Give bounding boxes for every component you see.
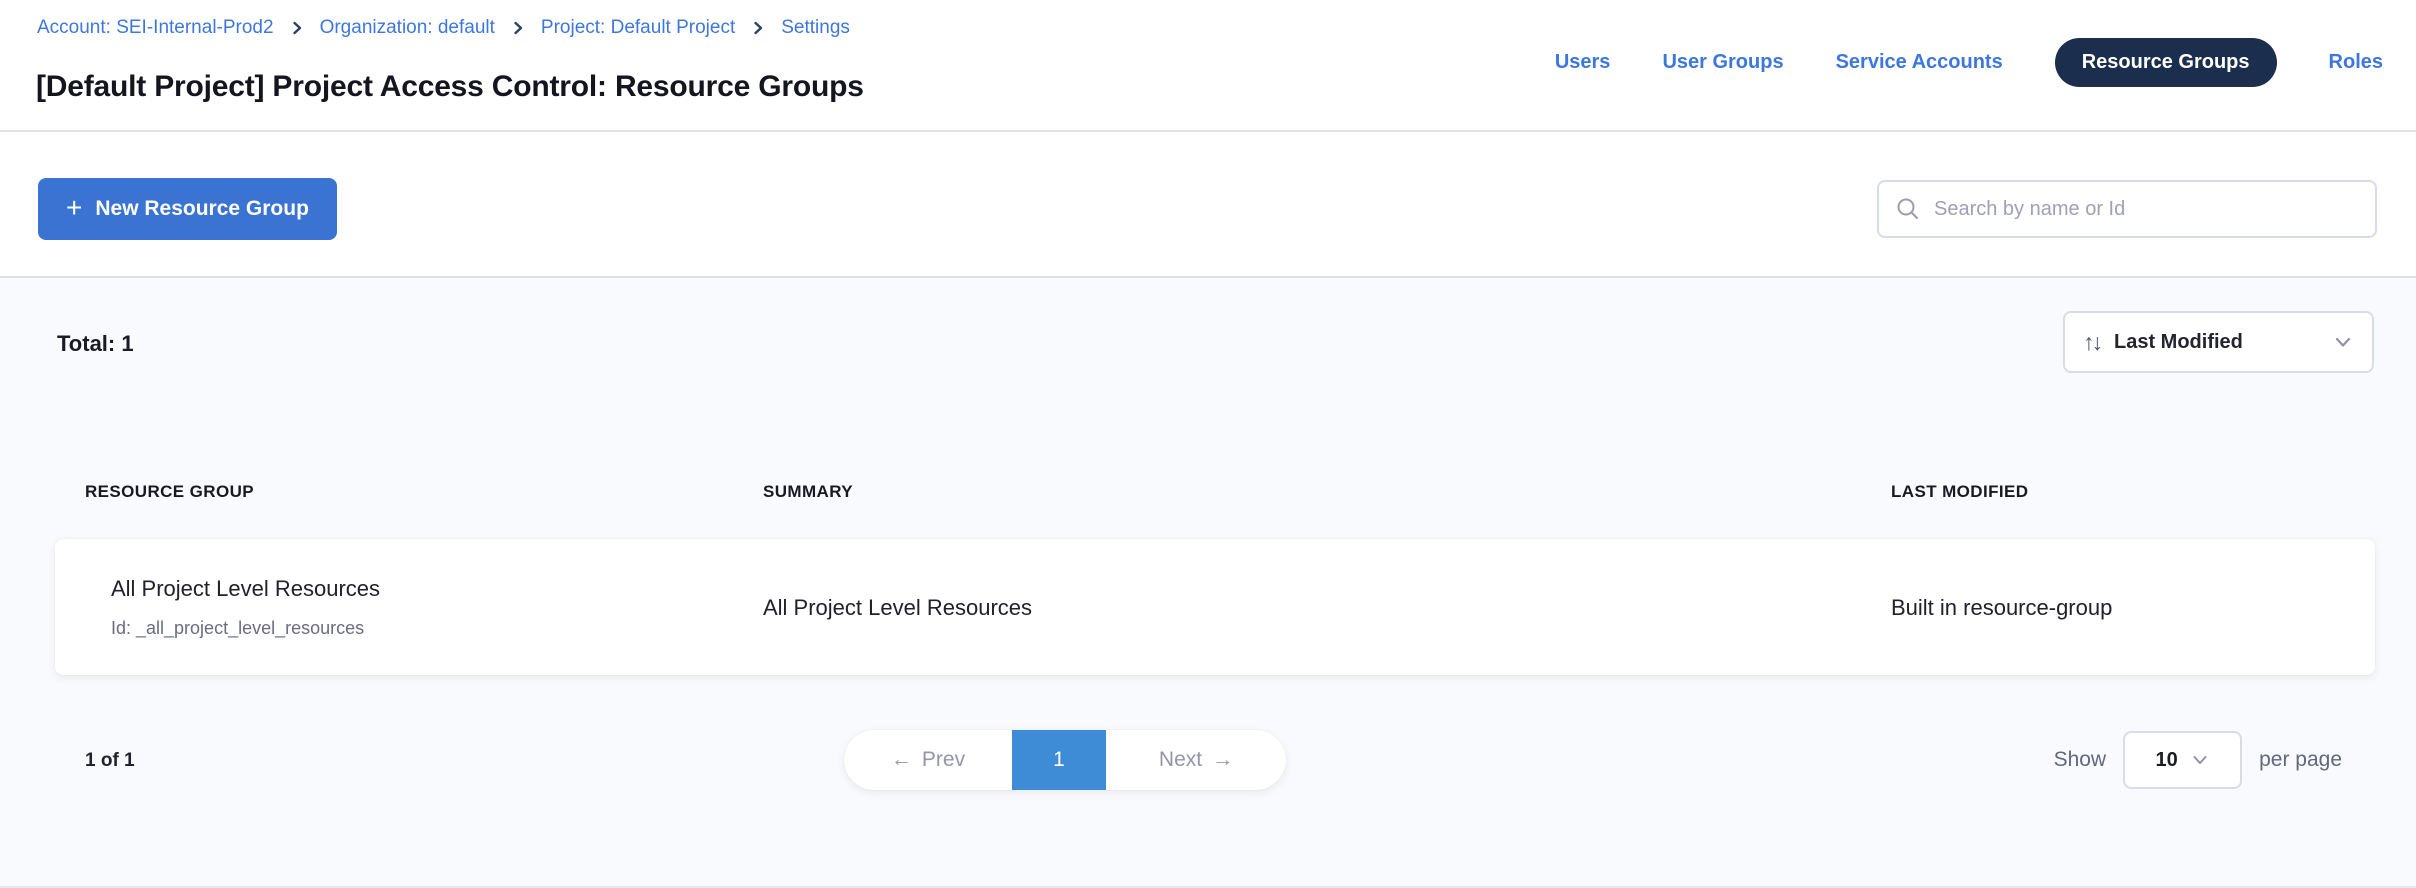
page-1-button[interactable]: 1 — [1012, 730, 1106, 790]
new-resource-group-button[interactable]: + New Resource Group — [38, 178, 337, 240]
toolbar: + New Resource Group — [0, 132, 2416, 278]
sort-arrows-icon: ↑↓ — [2083, 331, 2100, 354]
breadcrumb-organization-link[interactable]: Organization: default — [320, 17, 495, 39]
tab-service-accounts[interactable]: Service Accounts — [1836, 51, 2003, 74]
breadcrumb: Account: SEI-Internal-Prod2 Organization… — [37, 17, 850, 39]
page-title: [Default Project] Project Access Control… — [36, 70, 864, 104]
total-count-label: Total: 1 — [57, 331, 134, 357]
new-resource-group-label: New Resource Group — [95, 197, 309, 221]
page-size-value: 10 — [2155, 749, 2177, 772]
chevron-down-icon — [2332, 331, 2354, 353]
sort-dropdown[interactable]: ↑↓ Last Modified — [2063, 311, 2374, 373]
pagination-control: ← Prev 1 Next → — [844, 730, 1286, 790]
show-label: Show — [2054, 748, 2107, 772]
prev-label: Prev — [922, 748, 965, 772]
resource-groups-list-section: Total: 1 ↑↓ Last Modified RESOURCE GROUP… — [0, 278, 2416, 888]
tab-resource-groups[interactable]: Resource Groups — [2055, 38, 2277, 87]
next-page-button[interactable]: Next → — [1106, 730, 1286, 790]
access-control-tabs: Users User Groups Service Accounts Resou… — [1555, 36, 2383, 88]
chevron-right-icon — [289, 20, 305, 36]
chevron-right-icon — [750, 20, 766, 36]
pagination-range-label: 1 of 1 — [85, 750, 135, 772]
resource-group-id: Id: _all_project_level_resources — [111, 618, 364, 639]
page-size-select[interactable]: 10 — [2123, 731, 2242, 789]
resource-group-name: All Project Level Resources — [111, 576, 380, 602]
search-icon — [1895, 196, 1921, 222]
breadcrumb-project-link[interactable]: Project: Default Project — [541, 17, 735, 39]
next-label: Next — [1159, 748, 1202, 772]
sort-selected-value: Last Modified — [2114, 331, 2243, 354]
page-header: Account: SEI-Internal-Prod2 Organization… — [0, 0, 2416, 132]
page-size-control: Show 10 per page — [2054, 730, 2342, 790]
search-box[interactable] — [1877, 180, 2377, 238]
resource-group-last-modified: Built in resource-group — [1891, 595, 2112, 621]
arrow-left-icon: ← — [891, 748, 912, 772]
tab-roles[interactable]: Roles — [2329, 51, 2383, 74]
resource-group-summary: All Project Level Resources — [763, 595, 1032, 621]
tab-users[interactable]: Users — [1555, 51, 1611, 74]
per-page-label: per page — [2259, 748, 2342, 772]
column-header-summary: SUMMARY — [763, 482, 853, 502]
column-header-last-modified: LAST MODIFIED — [1891, 482, 2028, 502]
plus-icon: + — [66, 194, 82, 222]
prev-page-button[interactable]: ← Prev — [844, 730, 1012, 790]
search-input[interactable] — [1934, 198, 2359, 221]
breadcrumb-settings-link[interactable]: Settings — [781, 17, 850, 39]
resource-groups-page: Account: SEI-Internal-Prod2 Organization… — [0, 0, 2416, 888]
arrow-right-icon: → — [1212, 748, 1233, 772]
breadcrumb-account-link[interactable]: Account: SEI-Internal-Prod2 — [37, 17, 274, 39]
table-row[interactable]: All Project Level Resources Id: _all_pro… — [55, 539, 2375, 675]
chevron-down-icon — [2190, 750, 2210, 770]
tab-user-groups[interactable]: User Groups — [1662, 51, 1783, 74]
chevron-right-icon — [510, 20, 526, 36]
column-header-resource-group: RESOURCE GROUP — [85, 482, 254, 502]
